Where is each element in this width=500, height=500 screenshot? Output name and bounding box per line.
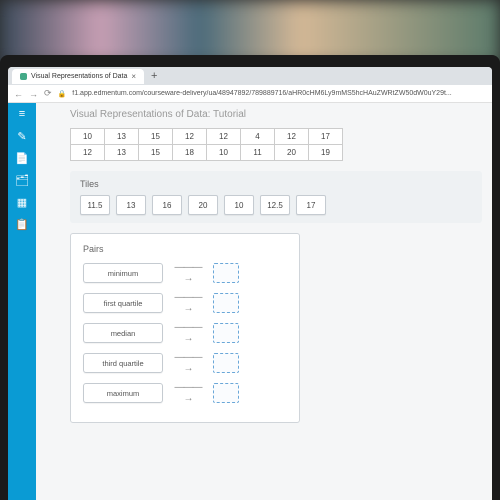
pair-label: minimum — [83, 263, 163, 283]
table-cell: 15 — [139, 129, 173, 145]
tile[interactable]: 13 — [116, 195, 146, 215]
tiles-title: Tiles — [80, 179, 472, 189]
tile[interactable]: 20 — [188, 195, 218, 215]
sidebar-clipboard-icon[interactable]: 📋 — [14, 217, 30, 231]
sidebar-edit-icon[interactable]: ✎ — [14, 129, 30, 143]
arrow-icon: ———→ — [173, 262, 203, 284]
drop-slot-first-quartile[interactable] — [213, 293, 239, 313]
pair-label: first quartile — [83, 293, 163, 313]
app-body: ≡ ✎ 📄 🗂 ▦ 📋 Visual Representations of Da… — [8, 103, 492, 500]
pair-row-third-quartile: third quartile ———→ — [83, 352, 287, 374]
arrow-icon: ———→ — [173, 382, 203, 404]
arrow-icon: ———→ — [173, 322, 203, 344]
table-cell: 4 — [241, 129, 275, 145]
laptop-bezel: Visual Representations of Data × + ← → ⟳… — [0, 55, 500, 500]
pair-label: third quartile — [83, 353, 163, 373]
tile[interactable]: 10 — [224, 195, 254, 215]
table-cell: 13 — [105, 129, 139, 145]
table-row: 10 13 15 12 12 4 12 17 — [71, 129, 343, 145]
sidebar-page-icon[interactable]: 📄 — [14, 151, 30, 165]
arrow-icon: ———→ — [173, 352, 203, 374]
drop-slot-maximum[interactable] — [213, 383, 239, 403]
table-cell: 15 — [139, 145, 173, 161]
pair-label: median — [83, 323, 163, 343]
tile[interactable]: 16 — [152, 195, 182, 215]
close-tab-icon[interactable]: × — [131, 72, 136, 81]
back-button[interactable]: ← — [14, 89, 23, 99]
sidebar-folder-icon[interactable]: 🗂 — [14, 173, 30, 187]
new-tab-button[interactable]: + — [147, 70, 161, 82]
table-cell: 13 — [105, 145, 139, 161]
tab-favicon-icon — [20, 73, 27, 80]
pair-row-maximum: maximum ———→ — [83, 382, 287, 404]
tiles-row: 11.5 13 16 20 10 12.5 17 — [80, 195, 472, 215]
forward-button[interactable]: → — [29, 89, 38, 99]
table-cell: 17 — [309, 129, 343, 145]
drop-slot-median[interactable] — [213, 323, 239, 343]
table-cell: 10 — [71, 129, 105, 145]
data-table: 10 13 15 12 12 4 12 17 12 13 15 18 — [70, 128, 482, 161]
tile[interactable]: 12.5 — [260, 195, 290, 215]
browser-toolbar: ← → ⟳ 🔒 f1.app.edmentum.com/courseware-d… — [8, 85, 492, 103]
pair-row-median: median ———→ — [83, 322, 287, 344]
browser-tab-active[interactable]: Visual Representations of Data × — [12, 69, 144, 84]
sidebar: ≡ ✎ 📄 🗂 ▦ 📋 — [8, 103, 36, 500]
table-cell: 12 — [207, 129, 241, 145]
main-content: Visual Representations of Data: Tutorial… — [36, 103, 492, 500]
url-text[interactable]: f1.app.edmentum.com/courseware-delivery/… — [72, 90, 451, 97]
pair-row-first-quartile: first quartile ———→ — [83, 292, 287, 314]
tiles-panel: Tiles 11.5 13 16 20 10 12.5 17 — [70, 171, 482, 223]
drop-slot-minimum[interactable] — [213, 263, 239, 283]
table-row: 12 13 15 18 10 11 20 19 — [71, 145, 343, 161]
drop-slot-third-quartile[interactable] — [213, 353, 239, 373]
tile[interactable]: 11.5 — [80, 195, 110, 215]
pairs-panel: Pairs minimum ———→ first quartile ———→ m… — [70, 233, 300, 423]
tab-title: Visual Representations of Data — [31, 73, 127, 80]
lock-icon: 🔒 — [58, 90, 67, 98]
sidebar-menu-icon[interactable]: ≡ — [14, 107, 30, 121]
reload-button[interactable]: ⟳ — [44, 88, 52, 99]
arrow-icon: ———→ — [173, 292, 203, 314]
tile[interactable]: 17 — [296, 195, 326, 215]
screen: Visual Representations of Data × + ← → ⟳… — [8, 67, 492, 500]
table-cell: 12 — [173, 129, 207, 145]
table-cell: 11 — [241, 145, 275, 161]
pair-row-minimum: minimum ———→ — [83, 262, 287, 284]
pair-label: maximum — [83, 383, 163, 403]
page-title: Visual Representations of Data: Tutorial — [70, 109, 482, 120]
pairs-title: Pairs — [83, 244, 287, 254]
table-cell: 10 — [207, 145, 241, 161]
table-cell: 19 — [309, 145, 343, 161]
table-cell: 18 — [173, 145, 207, 161]
browser-tabbar: Visual Representations of Data × + — [8, 67, 492, 85]
table-cell: 20 — [275, 145, 309, 161]
table-cell: 12 — [275, 129, 309, 145]
sidebar-grid-icon[interactable]: ▦ — [14, 195, 30, 209]
table-cell: 12 — [71, 145, 105, 161]
